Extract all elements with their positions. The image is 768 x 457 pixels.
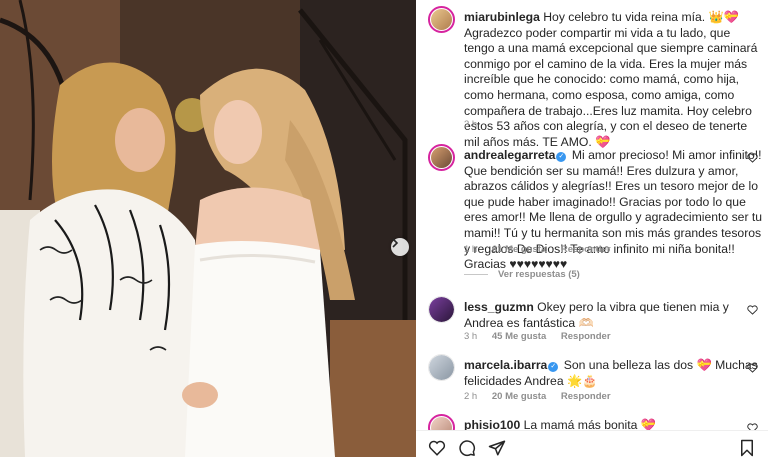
verified-icon: ✓ xyxy=(556,152,567,162)
post-photo xyxy=(0,0,416,457)
comment-time: 3 h xyxy=(464,119,478,130)
comment-username[interactable]: miarubinlega xyxy=(464,10,540,24)
photo-illustration xyxy=(0,0,416,457)
avatar[interactable] xyxy=(428,414,455,430)
comment-time: 3 h xyxy=(464,331,478,342)
comment-meta: 2 h 20 Me gusta Responder xyxy=(464,391,623,402)
comment-meta: 3 h xyxy=(464,119,489,130)
avatar[interactable] xyxy=(428,144,455,171)
comment-likes[interactable]: 61 Me gusta xyxy=(492,244,546,255)
comment-username[interactable]: less_guzmn xyxy=(464,300,534,314)
heart-icon[interactable] xyxy=(747,305,758,315)
comment-likes[interactable]: 45 Me gusta xyxy=(492,331,546,342)
avatar[interactable] xyxy=(428,354,455,381)
heart-icon[interactable] xyxy=(747,153,758,163)
comment-username[interactable]: phisio100 xyxy=(464,418,520,430)
comment-likes[interactable]: 20 Me gusta xyxy=(492,391,546,402)
comment-username[interactable]: marcela.ibarra xyxy=(464,358,547,372)
comment-meta: 1 h 61 Me gusta Responder xyxy=(464,244,623,255)
divider xyxy=(464,274,488,275)
comment-time: 1 h xyxy=(464,244,478,255)
next-photo-button[interactable] xyxy=(391,238,409,256)
comment-text: Hoy celebro tu vida reina mía. 👑💝 Agrade… xyxy=(464,10,758,149)
reply-button[interactable]: Responder xyxy=(561,331,611,342)
comment-meta: 3 h 45 Me gusta Responder xyxy=(464,331,623,342)
avatar[interactable] xyxy=(428,296,455,323)
reply-button[interactable]: Responder xyxy=(561,244,611,255)
chevron-right-icon xyxy=(392,238,399,248)
comment-time: 2 h xyxy=(464,391,478,402)
comment-icon[interactable] xyxy=(458,439,476,457)
heart-icon[interactable] xyxy=(747,363,758,373)
heart-icon[interactable] xyxy=(428,439,446,457)
verified-icon: ✓ xyxy=(548,362,559,372)
avatar[interactable] xyxy=(428,6,455,33)
comment-body: miarubinlega Hoy celebro tu vida reina m… xyxy=(464,10,764,150)
comment-text: La mamá más bonita 💝 xyxy=(523,418,656,430)
comment-body: marcela.ibarra ✓ Son una belleza las dos … xyxy=(464,358,764,389)
bookmark-icon[interactable] xyxy=(738,439,756,457)
view-replies-button[interactable]: Ver respuestas (5) xyxy=(464,269,580,280)
reply-button[interactable]: Responder xyxy=(561,391,611,402)
share-icon[interactable] xyxy=(488,439,506,457)
comments-list: miarubinlega Hoy celebro tu vida reina m… xyxy=(416,0,768,430)
view-replies-label: Ver respuestas (5) xyxy=(498,269,580,280)
comments-panel: miarubinlega Hoy celebro tu vida reina m… xyxy=(416,0,768,457)
heart-icon[interactable] xyxy=(747,423,758,430)
comment-body: less_guzmn Okey pero la vibra que tienen… xyxy=(464,300,764,331)
comment-username[interactable]: andrealegarreta xyxy=(464,148,555,162)
post-action-bar xyxy=(416,430,768,457)
comment-body: phisio100 La mamá más bonita 💝 xyxy=(464,418,764,430)
